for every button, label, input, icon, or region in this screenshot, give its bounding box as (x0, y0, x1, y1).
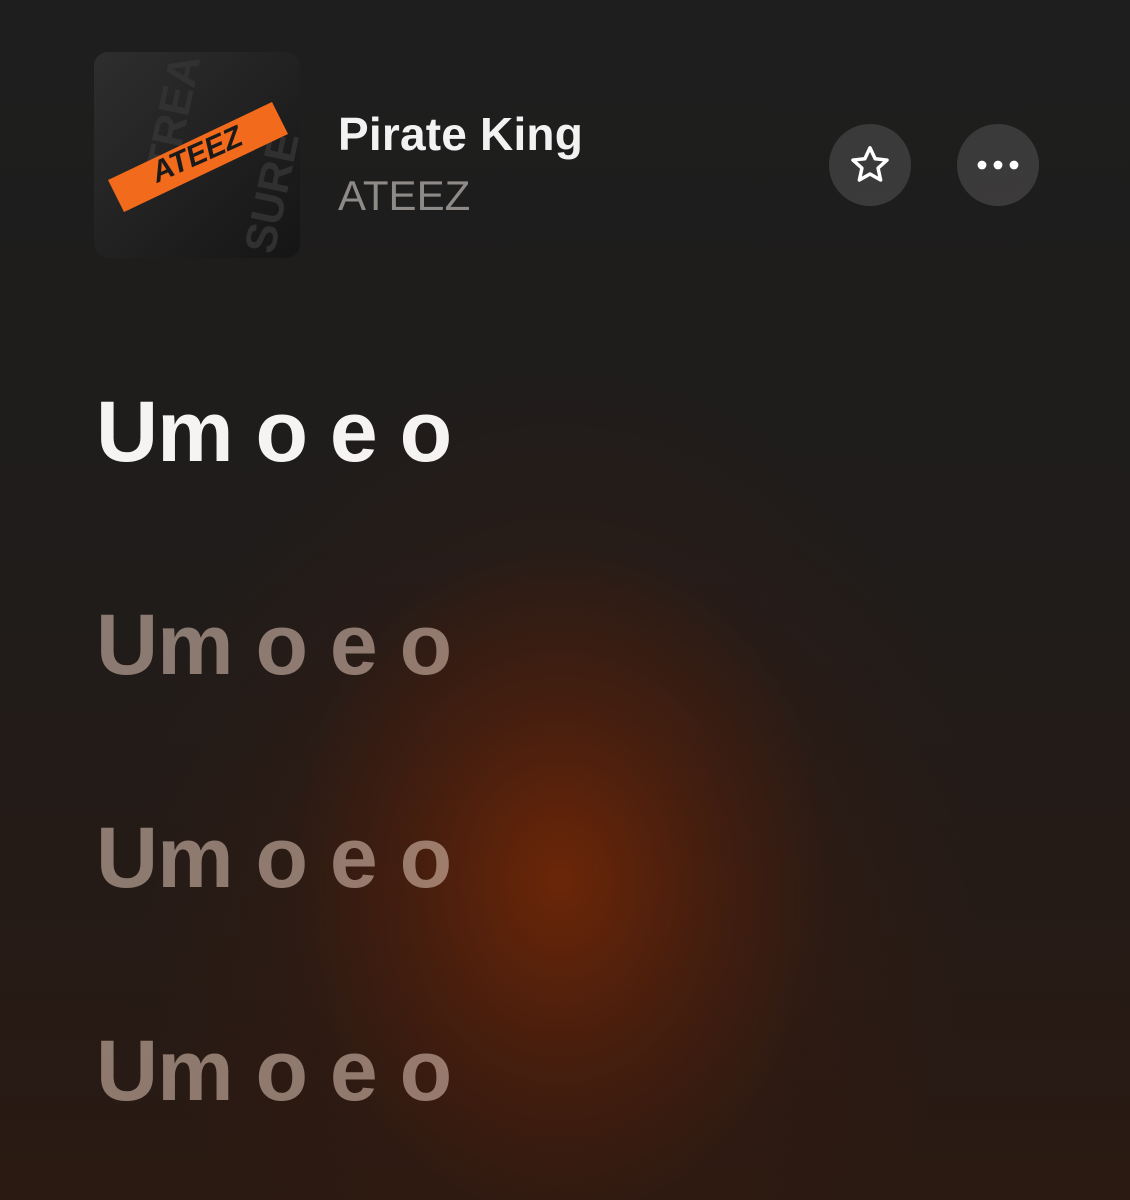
ellipsis-icon (977, 160, 1019, 170)
star-outline-icon (851, 146, 889, 182)
lyrics-screen: TREA SURE ATEEZ Pirate King ATEEZ Um o e… (0, 0, 1130, 1200)
lyric-line[interactable]: Um o e o (96, 1021, 1056, 1121)
album-artwork[interactable]: TREA SURE ATEEZ (94, 52, 300, 258)
more-options-button[interactable] (957, 124, 1039, 206)
track-title: Pirate King (338, 108, 584, 160)
lyric-line-current[interactable]: Um o e o (96, 382, 1056, 482)
lyrics-list[interactable]: Um o e o Um o e o Um o e o Um o e o (96, 382, 1056, 1121)
now-playing-header: TREA SURE ATEEZ Pirate King ATEEZ (94, 52, 1054, 260)
track-artist[interactable]: ATEEZ (338, 172, 583, 220)
album-artwork-graphic: TREA SURE ATEEZ (94, 52, 300, 258)
lyric-line[interactable]: Um o e o (96, 595, 1056, 695)
lyric-line[interactable]: Um o e o (96, 808, 1056, 908)
track-info[interactable]: Pirate King ATEEZ (338, 108, 583, 220)
favorite-button[interactable] (829, 124, 911, 206)
